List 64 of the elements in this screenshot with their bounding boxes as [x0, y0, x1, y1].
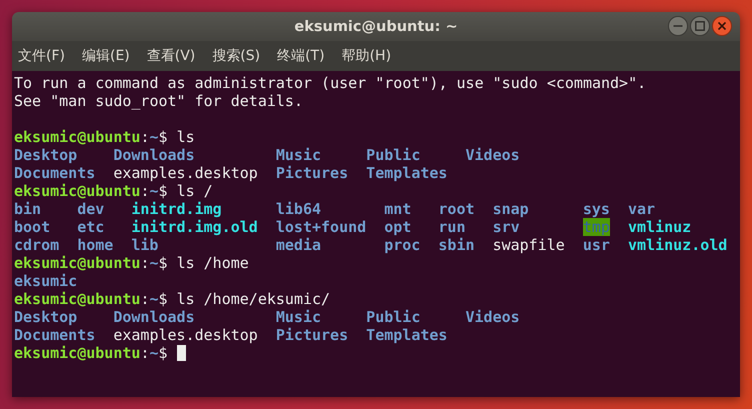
directory-name: cdrom [14, 236, 60, 254]
directory-name: opt [384, 218, 412, 236]
text-cursor [176, 345, 186, 361]
menu-item[interactable]: 搜索(S) [212, 47, 260, 65]
menu-item[interactable]: 编辑(E) [82, 47, 130, 65]
directory-name: Music [276, 308, 322, 326]
menu-item[interactable]: 终端(T) [277, 47, 325, 65]
directory-name: Public [366, 308, 420, 326]
directory-name: proc [384, 236, 420, 254]
directory-name: Music [276, 146, 322, 164]
directory-name: dev [77, 200, 104, 218]
file-name: examples.desktop [113, 326, 258, 344]
menu-item[interactable]: 文件(F) [18, 47, 65, 65]
directory-name: bin [14, 200, 42, 218]
directory-name: mnt [384, 200, 412, 218]
symlink-name: vmlinuz.old [628, 236, 728, 254]
output-text: See "man sudo_root" for details. [14, 92, 303, 110]
directory-name: Documents [14, 164, 96, 182]
directory-name: Downloads [113, 308, 195, 326]
prompt: eksumic@ubuntu:~$ [14, 128, 168, 146]
directory-name: boot [14, 218, 50, 236]
directory-name: srv [492, 218, 520, 236]
prompt: eksumic@ubuntu:~$ [14, 344, 168, 362]
directory-name: lib64 [276, 200, 322, 218]
directory-name: usr [582, 236, 610, 254]
directory-name: Public [366, 146, 420, 164]
menu-item[interactable]: 帮助(H) [342, 47, 392, 65]
output-text: To run a command as administrator (user "root"), use "sudo <command>". [14, 74, 646, 92]
file-name: swapfile [492, 236, 565, 254]
directory-name: Templates [366, 164, 448, 182]
maximize-button[interactable] [690, 16, 710, 36]
directory-name: Videos [466, 146, 520, 164]
close-button[interactable] [712, 16, 732, 36]
symlink-name: vmlinuz [628, 218, 692, 236]
directory-name: Templates [366, 326, 448, 344]
directory-name: eksumic [14, 272, 78, 290]
directory-name: snap [492, 200, 529, 218]
directory-name: tmp [582, 218, 610, 236]
prompt: eksumic@ubuntu:~$ [14, 182, 168, 200]
directory-name: media [276, 236, 322, 254]
minimize-button[interactable] [668, 16, 688, 36]
directory-name: Pictures [276, 164, 348, 182]
symlink-name: initrd.img [131, 200, 222, 218]
directory-name: Documents [14, 326, 96, 344]
prompt: eksumic@ubuntu:~$ [14, 254, 168, 272]
menu-item[interactable]: 查看(V) [146, 47, 196, 65]
directory-name: Desktop [14, 146, 78, 164]
directory-name: Videos [466, 308, 520, 326]
directory-name: var [628, 200, 656, 218]
file-name: examples.desktop [113, 164, 258, 182]
window-title: eksumic@ubuntu: ~ [294, 18, 458, 34]
directory-name: lib [131, 236, 158, 254]
directory-name: Desktop [14, 308, 78, 326]
symlink-name: initrd.img.old [131, 218, 258, 236]
directory-name: lost+found [276, 218, 366, 236]
directory-name: sys [582, 200, 610, 218]
directory-name: run [438, 218, 466, 236]
directory-name: Pictures [276, 326, 348, 344]
prompt: eksumic@ubuntu:~$ [14, 290, 168, 308]
directory-name: root [438, 200, 475, 218]
directory-name: Downloads [113, 146, 195, 164]
directory-name: home [77, 236, 114, 254]
directory-name: sbin [438, 236, 475, 254]
directory-name: etc [77, 218, 104, 236]
